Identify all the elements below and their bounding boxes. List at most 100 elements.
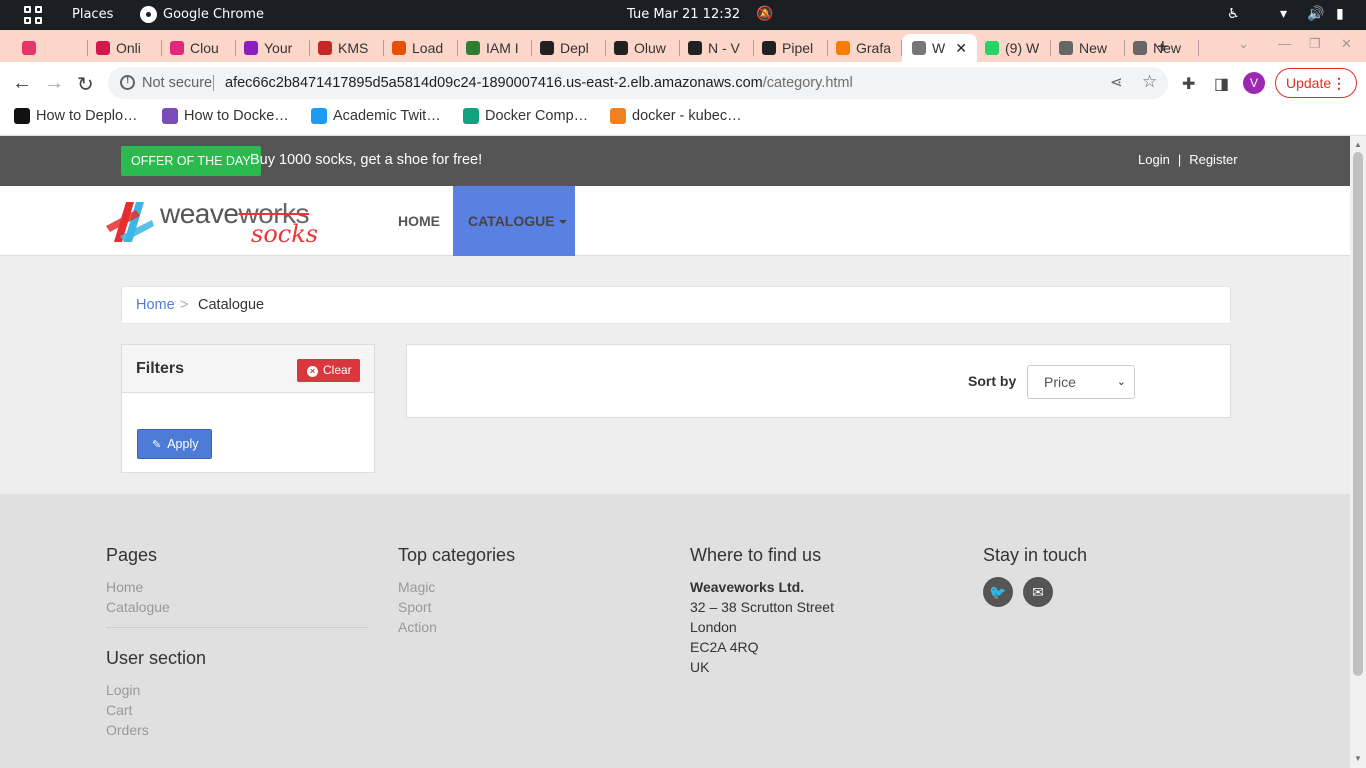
scroll-up-icon[interactable]: ▲ (1354, 140, 1362, 149)
offer-badge[interactable]: OFFER OF THE DAY (121, 146, 261, 176)
security-label[interactable]: Not secure (142, 75, 212, 91)
reload-icon[interactable]: ↻ (77, 72, 94, 97)
login-link[interactable]: Login (1138, 152, 1170, 167)
browser-tab[interactable]: N - V (680, 34, 754, 62)
browser-tab[interactable]: IAM I (458, 34, 532, 62)
sort-select[interactable]: Price ⌄ (1027, 365, 1135, 399)
volume-icon[interactable]: 🔊 (1307, 6, 1324, 22)
logo-socks-text: socks (251, 220, 319, 248)
browser-tab[interactable] (14, 34, 88, 62)
browser-tab[interactable]: Load (384, 34, 458, 62)
footer-link-action[interactable]: Action (398, 617, 515, 637)
breadcrumb: Home > Catalogue (121, 286, 1231, 324)
maximize-button[interactable]: ❐ (1309, 36, 1321, 52)
wifi-icon[interactable]: ▾ (1280, 6, 1287, 22)
places-menu[interactable]: Places (72, 7, 113, 22)
bookmark-item[interactable]: How to Deplo… (14, 108, 138, 124)
address-line: London (690, 619, 737, 635)
twitter-icon[interactable]: 🐦 (983, 577, 1013, 607)
bookmark-item[interactable]: Docker Comp… (463, 108, 588, 124)
browser-tab[interactable]: New (1051, 34, 1125, 62)
offer-bar: OFFER OF THE DAY Buy 1000 socks, get a s… (0, 136, 1350, 186)
footer-pages-title: Pages (106, 545, 158, 565)
filters-panel: Filters × Clear ✎ Apply (121, 344, 375, 473)
tab-favicon-icon (985, 41, 999, 55)
browser-tab[interactable]: Clou (162, 34, 236, 62)
url-text[interactable]: afec66c2b8471417895d5a5814d09c24-1890007… (225, 75, 853, 91)
address-bar[interactable]: Not secure afec66c2b8471417895d5a5814d09… (108, 67, 1168, 99)
forward-arrow-icon[interactable]: → (44, 72, 64, 95)
minimize-button[interactable]: — (1278, 36, 1291, 51)
browser-tab[interactable]: (9) W (977, 34, 1051, 62)
side-panel-icon[interactable]: ◨ (1214, 74, 1229, 94)
browser-tab[interactable]: KMS (310, 34, 384, 62)
footer-link-magic[interactable]: Magic (398, 577, 515, 597)
footer-link-cart[interactable]: Cart (106, 700, 368, 720)
browser-tab[interactable]: Depl (532, 34, 606, 62)
register-link[interactable]: Register (1189, 152, 1237, 167)
times-circle-icon: × (307, 366, 318, 377)
accessibility-icon[interactable]: ♿ (1227, 6, 1240, 22)
profile-avatar[interactable]: V (1243, 72, 1265, 94)
weaveworks-socks-logo[interactable]: weaveworks socks (106, 196, 346, 248)
address-line: UK (690, 659, 710, 675)
battery-icon[interactable]: ▮ (1336, 6, 1344, 22)
active-app-name[interactable]: Google Chrome (163, 7, 264, 22)
tab-title: KMS (338, 40, 369, 56)
footer-link-sport[interactable]: Sport (398, 597, 515, 617)
filters-title: Filters (136, 360, 185, 377)
system-top-bar: Places Google Chrome Tue Mar 21 12:32 🔕 … (0, 0, 1366, 30)
browser-tab[interactable]: Oluw (606, 34, 680, 62)
not-secure-icon[interactable] (120, 75, 135, 90)
bookmark-item[interactable]: Academic Twit… (311, 108, 441, 124)
update-button[interactable]: Update ⋮ (1275, 68, 1357, 98)
tab-close-icon[interactable]: ✕ (955, 40, 967, 57)
bookmark-star-icon[interactable]: ☆ (1142, 72, 1157, 92)
extensions-puzzle-icon[interactable]: ✚ (1182, 74, 1195, 94)
chrome-app-icon (140, 6, 157, 23)
bookmark-favicon-icon (610, 108, 626, 124)
breadcrumb-home-link[interactable]: Home (136, 297, 175, 313)
footer-link-catalogue[interactable]: Catalogue (106, 597, 368, 617)
tab-separator (1198, 40, 1199, 56)
email-icon[interactable]: ✉ (1023, 577, 1053, 607)
tab-title: W (932, 40, 946, 56)
browser-tab[interactable]: Grafa (828, 34, 902, 62)
clear-filters-button[interactable]: × Clear (297, 359, 360, 382)
scrollbar-thumb[interactable] (1353, 152, 1363, 676)
back-arrow-icon[interactable]: ← (12, 72, 32, 95)
browser-tab[interactable]: W ✕ (902, 34, 977, 62)
close-window-button[interactable]: ✕ (1341, 36, 1352, 52)
tab-title: N - V (708, 40, 740, 56)
tab-title: (9) W (1005, 40, 1040, 56)
logo-mark-icon (106, 202, 154, 242)
tab-favicon-icon (688, 41, 702, 55)
footer-link-login[interactable]: Login (106, 680, 368, 700)
nav-home-link[interactable]: HOME (398, 213, 440, 229)
clock[interactable]: Tue Mar 21 12:32 (627, 7, 740, 22)
tab-search-chevron-icon[interactable]: ⌄ (1238, 36, 1249, 52)
nav-catalogue-dropdown[interactable]: CATALOGUE (453, 186, 575, 256)
bookmark-label: How to Docke… (184, 108, 289, 124)
auth-links: Login | Register (1138, 152, 1238, 167)
scroll-down-icon[interactable]: ▼ (1354, 754, 1362, 763)
tab-title: Load (412, 40, 444, 56)
tab-title: Grafa (856, 40, 892, 56)
browser-tab[interactable]: Your (236, 34, 310, 62)
footer-address-column: Where to find us Weaveworks Ltd. 32 – 38… (690, 545, 834, 677)
footer-link-home[interactable]: Home (106, 577, 368, 597)
new-tab-button[interactable]: + (1157, 36, 1169, 59)
page-scrollbar[interactable]: ▲ ▼ (1350, 136, 1366, 768)
tab-favicon-icon (244, 41, 258, 55)
browser-tab[interactable]: Pipel (754, 34, 828, 62)
tab-favicon-icon (614, 41, 628, 55)
browser-tab[interactable]: Onli (88, 34, 162, 62)
bookmark-item[interactable]: docker - kubec… (610, 108, 742, 124)
apply-filters-button[interactable]: ✎ Apply (137, 429, 212, 459)
footer-link-orders[interactable]: Orders (106, 720, 368, 740)
address-line: EC2A 4RQ (690, 639, 759, 655)
bookmark-item[interactable]: How to Docke… (162, 108, 289, 124)
bookmark-favicon-icon (162, 108, 178, 124)
app-grid-icon[interactable] (24, 6, 42, 24)
share-icon[interactable]: ⋖ (1110, 73, 1123, 91)
